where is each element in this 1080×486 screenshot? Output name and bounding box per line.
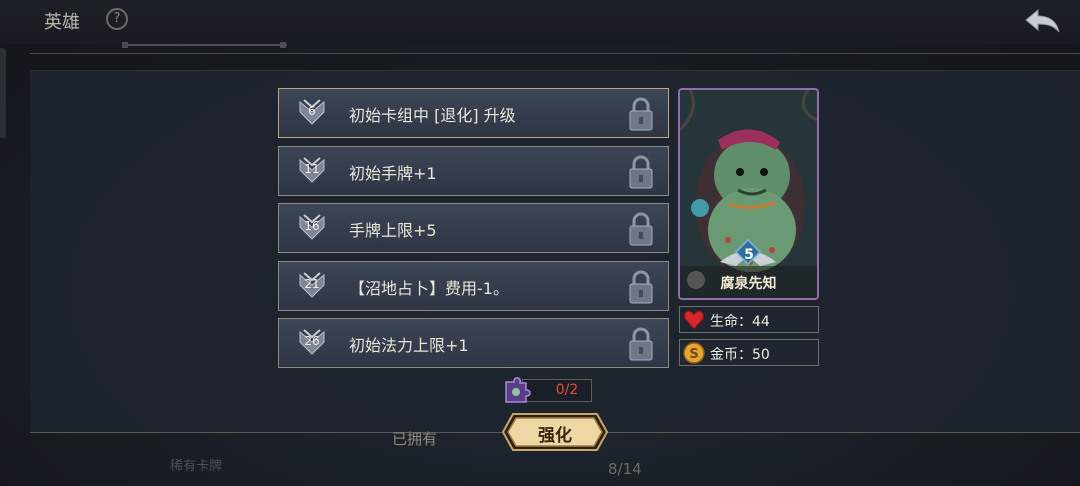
gold-stat: S 金币：50 (679, 339, 819, 366)
top-bar: 英雄 ? (0, 0, 1080, 44)
upgrade-row[interactable]: 16 手牌上限+5 (278, 203, 669, 253)
bottom-hint: 稀有卡牌 (170, 459, 223, 474)
heart-icon (684, 310, 704, 330)
hero-portrait (680, 90, 817, 298)
upgrade-row[interactable]: 21 【沼地占卜】费用-1。 (278, 260, 669, 311)
gold-value: 金币：50 (710, 347, 770, 363)
enhance-button[interactable] (501, 412, 609, 452)
owned-label: 已拥有 (392, 430, 438, 448)
puzzle-piece-icon (505, 377, 531, 403)
material-counter: 0/2 (522, 379, 592, 402)
page-indicator: 8/14 (608, 460, 642, 478)
side-tab[interactable] (0, 48, 6, 138)
level-requirement: 11 (304, 161, 320, 176)
upgrade-description: 初始卡组中 [退化] 升级 (349, 106, 516, 125)
upgrade-description: 【沼地占卜】费用-1。 (349, 278, 509, 298)
upgrade-row[interactable]: 26 初始法力上限+1 (278, 318, 669, 368)
svg-text:S: S (689, 347, 698, 362)
level-requirement: 16 (304, 219, 320, 233)
lock-icon (629, 327, 653, 361)
lock-icon (629, 212, 653, 246)
lock-icon (629, 97, 653, 131)
life-stat: 生命：44 (679, 306, 819, 333)
hero-card[interactable]: 5 腐泉先知 (678, 88, 819, 300)
level-requirement: 6 (308, 104, 316, 118)
hero-level: 5 (744, 247, 754, 263)
life-value: 生命：44 (710, 314, 770, 330)
upgrade-row[interactable]: 11 初始手牌+1 (278, 145, 669, 196)
lock-icon (629, 270, 653, 303)
divider-ornament (122, 42, 287, 48)
material-count: 0/2 (555, 382, 579, 398)
level-requirement: 21 (304, 276, 320, 291)
level-requirement: 26 (304, 334, 320, 348)
upgrade-description: 初始法力上限+1 (349, 336, 469, 355)
upgrade-description: 初始手牌+1 (349, 163, 437, 183)
gold-coin-icon: S (683, 342, 705, 364)
hero-name: 腐泉先知 (720, 276, 777, 292)
upgrade-description: 手牌上限+5 (349, 221, 437, 240)
page-title: 英雄 (44, 12, 80, 33)
upgrade-row[interactable]: 6 初始卡组中 [退化] 升级 (278, 88, 669, 138)
upgrade-list: 6 初始卡组中 [退化] 升级 11 初始手牌+1 16 手牌上限+5 21 【… (278, 88, 670, 376)
lock-icon (629, 155, 653, 188)
return-arrow-icon[interactable] (1022, 6, 1062, 36)
question-mark-icon[interactable]: ? (106, 8, 128, 30)
